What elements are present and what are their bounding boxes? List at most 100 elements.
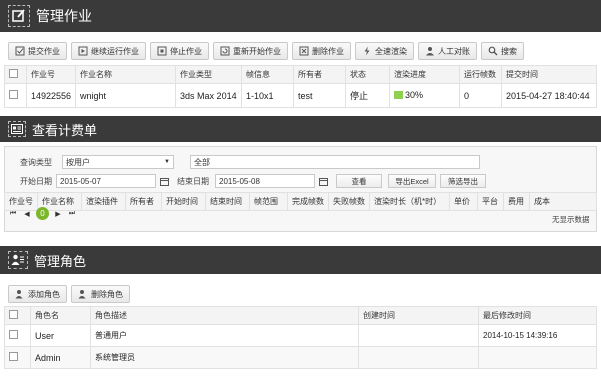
first-page-icon[interactable]: ⏮ bbox=[8, 209, 18, 219]
row-checkbox[interactable] bbox=[4, 346, 31, 369]
lightning-icon bbox=[362, 46, 372, 56]
roles-table-header: 角色名 角色描述 创建时间 最后修改时间 bbox=[4, 306, 597, 325]
start-date-label: 开始日期 bbox=[20, 176, 52, 186]
delete-role-button[interactable]: 删除角色 bbox=[71, 285, 130, 303]
roles-table: 角色名 角色描述 创建时间 最后修改时间 User 普通用户 2014-10-1… bbox=[4, 306, 597, 369]
remove-user-icon bbox=[78, 289, 88, 299]
col-start-time[interactable]: 开始时间 bbox=[161, 192, 206, 211]
prev-page-icon[interactable]: ◀ bbox=[22, 209, 32, 219]
col-modified[interactable]: 最后修改时间 bbox=[478, 306, 597, 325]
search-button[interactable]: 搜索 bbox=[481, 42, 524, 60]
col-role-name[interactable]: 角色名 bbox=[30, 306, 91, 325]
query-type-label: 查询类型 bbox=[20, 157, 52, 167]
calendar-icon[interactable] bbox=[159, 176, 169, 186]
jobs-title: 管理作业 bbox=[36, 9, 92, 25]
col-render-plugin[interactable]: 渲染插件 bbox=[81, 192, 126, 211]
job-status: 停止 bbox=[345, 83, 391, 108]
col-failed-frames[interactable]: 失败帧数 bbox=[328, 192, 370, 211]
row-checkbox[interactable] bbox=[4, 83, 27, 108]
col-status[interactable]: 状态 bbox=[345, 65, 391, 84]
role-created bbox=[358, 324, 479, 347]
col-render-duration[interactable]: 渲染时长（机*时） bbox=[369, 192, 450, 211]
job-frames: 1-10x1 bbox=[241, 83, 295, 108]
delete-job-button[interactable]: 删除作业 bbox=[292, 42, 351, 60]
col-cost[interactable]: 成本 bbox=[529, 192, 597, 211]
col-running-frames[interactable]: 运行帧数 bbox=[459, 65, 503, 84]
col-submit-time[interactable]: 提交时间 bbox=[501, 65, 597, 84]
end-date-input[interactable]: 2015-05-08 bbox=[215, 174, 315, 188]
table-row[interactable]: Admin 系统管理员 bbox=[4, 346, 597, 369]
table-row[interactable]: User 普通用户 2014-10-15 14:39:16 bbox=[4, 324, 597, 347]
col-end-time[interactable]: 结束时间 bbox=[205, 192, 250, 211]
col-job-type[interactable]: 作业类型 bbox=[175, 65, 243, 84]
col-owner[interactable]: 所有者 bbox=[125, 192, 162, 211]
manual-reconcile-button[interactable]: 人工对账 bbox=[418, 42, 477, 60]
billing-table-header: 作业号 作业名称 渲染插件 所有者 开始时间 结束时间 帧范围 完成帧数 失败帧… bbox=[4, 192, 597, 211]
col-role-desc[interactable]: 角色描述 bbox=[90, 306, 359, 325]
role-created bbox=[358, 346, 479, 369]
roles-header: 管理角色 bbox=[0, 246, 601, 274]
dropdown-arrow-icon: ▼ bbox=[164, 159, 170, 165]
table-row[interactable]: 14922556 wnight 3ds Max 2014 1-10x1 test… bbox=[4, 83, 597, 108]
role-name: Admin bbox=[30, 346, 91, 369]
billing-header: 查看计费单 bbox=[0, 116, 601, 142]
col-unit-price[interactable]: 单价 bbox=[449, 192, 478, 211]
job-id: 14922556 bbox=[25, 83, 77, 108]
role-modified bbox=[478, 346, 597, 369]
roles-toolbar: 添加角色 删除角色 bbox=[8, 285, 130, 303]
filter-export-button[interactable]: 筛选导出 bbox=[440, 174, 486, 188]
checkbox-icon bbox=[15, 46, 25, 56]
row-checkbox[interactable] bbox=[4, 324, 31, 347]
view-button[interactable]: 查看 bbox=[336, 174, 382, 188]
col-frame-range[interactable]: 帧范围 bbox=[249, 192, 288, 211]
end-date-label: 结束日期 bbox=[177, 176, 209, 186]
job-progress: 30% bbox=[389, 83, 461, 108]
col-job-id[interactable]: 作业号 bbox=[25, 65, 77, 84]
next-page-icon[interactable]: ▶ bbox=[53, 209, 63, 219]
job-type: 3ds Max 2014 bbox=[175, 83, 243, 108]
role-desc: 系统管理员 bbox=[90, 346, 359, 369]
select-all-checkbox[interactable] bbox=[4, 65, 27, 84]
job-owner: test bbox=[293, 83, 347, 108]
submit-job-button[interactable]: 提交作业 bbox=[8, 42, 67, 60]
restart-job-button[interactable]: 重新开始作业 bbox=[213, 42, 288, 60]
roles-title: 管理角色 bbox=[34, 254, 87, 270]
billing-table: 作业号 作业名称 渲染插件 所有者 开始时间 结束时间 帧范围 完成帧数 失败帧… bbox=[4, 192, 597, 211]
col-created[interactable]: 创建时间 bbox=[358, 306, 479, 325]
query-text-input[interactable]: 全部 bbox=[190, 155, 480, 169]
play-icon bbox=[78, 46, 88, 56]
start-date-input[interactable]: 2015-05-07 bbox=[56, 174, 156, 188]
col-frame-info[interactable]: 帧信息 bbox=[241, 65, 295, 84]
user-icon bbox=[425, 46, 435, 56]
users-icon bbox=[8, 251, 28, 269]
export-excel-button[interactable]: 导出Excel bbox=[388, 174, 436, 188]
add-user-icon bbox=[15, 289, 25, 299]
no-data-text: 无显示数据 bbox=[552, 215, 590, 224]
query-type-select[interactable]: 按用户 ▼ bbox=[62, 155, 174, 169]
jobs-toolbar: 提交作业 继续运行作业 停止作业 重新开始作业 删除作业 全速渲染 人工对账 搜… bbox=[8, 42, 524, 60]
jobs-header: 管理作业 bbox=[0, 0, 601, 32]
edit-icon bbox=[8, 5, 30, 27]
col-fee[interactable]: 费用 bbox=[503, 192, 530, 211]
jobs-table-header: 作业号 作业名称 作业类型 帧信息 所有者 状态 渲染进度 运行帧数 提交时间 bbox=[4, 65, 597, 84]
stop-job-button[interactable]: 停止作业 bbox=[150, 42, 209, 60]
add-role-button[interactable]: 添加角色 bbox=[8, 285, 67, 303]
last-page-icon[interactable]: ⏭ bbox=[67, 209, 77, 219]
job-name: wnight bbox=[75, 83, 177, 108]
col-job-name[interactable]: 作业名称 bbox=[75, 65, 177, 84]
select-all-checkbox[interactable] bbox=[4, 306, 31, 325]
col-owner[interactable]: 所有者 bbox=[293, 65, 347, 84]
billing-title: 查看计费单 bbox=[32, 123, 98, 139]
col-platform[interactable]: 平台 bbox=[477, 192, 504, 211]
calendar-icon[interactable] bbox=[318, 176, 328, 186]
job-submit-time: 2015-04-27 18:40:44 bbox=[501, 83, 597, 108]
resume-job-button[interactable]: 继续运行作业 bbox=[71, 42, 146, 60]
delete-icon bbox=[299, 46, 309, 56]
col-done-frames[interactable]: 完成帧数 bbox=[287, 192, 329, 211]
progress-bar bbox=[394, 91, 404, 99]
role-modified: 2014-10-15 14:39:16 bbox=[478, 324, 597, 347]
col-progress[interactable]: 渲染进度 bbox=[389, 65, 461, 84]
current-page[interactable]: 0 bbox=[36, 207, 49, 220]
full-speed-render-button[interactable]: 全速渲染 bbox=[355, 42, 414, 60]
stop-icon bbox=[157, 46, 167, 56]
